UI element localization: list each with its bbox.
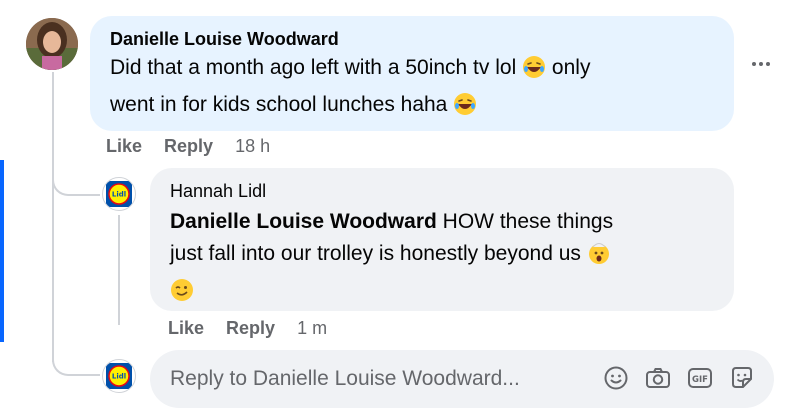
camera-icon[interactable]: [644, 364, 672, 392]
comment-timestamp[interactable]: 18 h: [235, 136, 270, 157]
avatar[interactable]: Lidl: [102, 177, 136, 211]
avatar[interactable]: [26, 18, 78, 70]
focus-indicator-bar: [0, 160, 4, 342]
laughing-tears-emoji-icon: [453, 92, 477, 126]
comment-text: Did that a month ago left with a 50inch …: [110, 52, 718, 126]
thread-line-reply-vertical: [118, 215, 120, 325]
reply-composer: GIF: [150, 350, 774, 408]
reply-text-line2: just fall into our trolley is honestly b…: [170, 242, 581, 265]
svg-text:Lidl: Lidl: [112, 191, 126, 199]
reply-input[interactable]: [170, 367, 590, 391]
gif-icon[interactable]: GIF: [686, 364, 714, 392]
thread-line-curve-reply: [52, 160, 100, 196]
profile-photo-icon: [26, 18, 78, 70]
reply-bubble: Hannah Lidl Danielle Louise Woodward HOW…: [150, 168, 734, 311]
lidl-logo-icon: Lidl: [106, 363, 132, 389]
reply-button[interactable]: Reply: [226, 318, 275, 339]
thread-line-curve-composer: [52, 340, 100, 376]
comment-author[interactable]: Danielle Louise Woodward: [110, 28, 718, 50]
svg-text:Lidl: Lidl: [112, 373, 126, 381]
avatar[interactable]: Lidl: [102, 359, 136, 393]
comment-text-line1: Did that a month ago left with a 50inch …: [110, 56, 517, 79]
exploding-head-emoji-icon: [587, 241, 611, 275]
mention-link[interactable]: Danielle Louise Woodward: [170, 210, 437, 233]
comment-bubble: Danielle Louise Woodward Did that a mont…: [90, 16, 734, 131]
reply-actions: Like Reply 1 m: [168, 318, 327, 339]
winking-face-emoji-icon: [170, 278, 194, 312]
reply-author[interactable]: Hannah Lidl: [170, 180, 718, 202]
comment-text-line1-tail: only: [551, 56, 591, 79]
reply-text: Danielle Louise Woodward HOW these thing…: [170, 206, 718, 312]
more-options-icon[interactable]: [752, 62, 770, 66]
reply-timestamp[interactable]: 1 m: [297, 318, 327, 339]
laughing-tears-emoji-icon: [522, 55, 546, 89]
comment-actions: Like Reply 18 h: [106, 136, 270, 157]
lidl-logo-icon: Lidl: [106, 181, 132, 207]
comment-text-line2: went in for kids school lunches haha: [110, 93, 448, 116]
thread-line-vertical: [52, 72, 54, 362]
sticker-icon[interactable]: [728, 364, 756, 392]
like-button[interactable]: Like: [168, 318, 204, 339]
reply-text-line1: HOW these things: [442, 210, 614, 233]
svg-text:GIF: GIF: [692, 375, 708, 385]
composer-icons: GIF: [602, 364, 756, 392]
like-button[interactable]: Like: [106, 136, 142, 157]
emoji-icon[interactable]: [602, 364, 630, 392]
reply-button[interactable]: Reply: [164, 136, 213, 157]
